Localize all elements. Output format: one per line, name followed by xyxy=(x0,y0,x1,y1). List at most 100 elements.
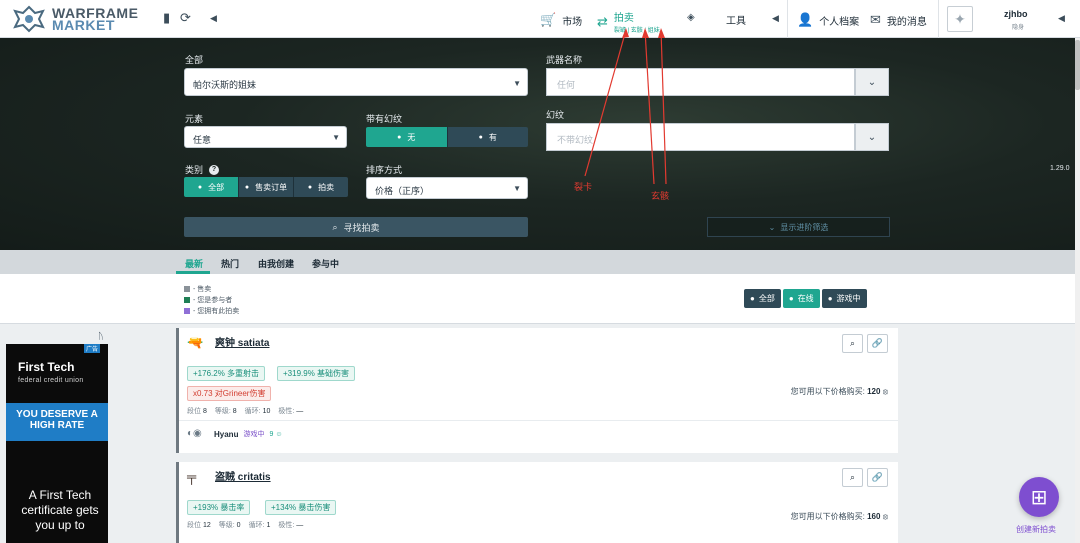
card-divider xyxy=(179,420,898,421)
handshake-icon: ⇄ xyxy=(597,13,608,29)
legend-item: - 您拥有此拍卖 xyxy=(184,306,239,316)
pistol-icon: 🔫 xyxy=(187,334,204,350)
category-toggle[interactable]: ● 全部 ● 售卖订单 ● 拍卖 xyxy=(184,177,348,197)
status-option-ingame[interactable]: ● 游戏中 xyxy=(821,289,867,308)
auction-title[interactable]: 爽钟 satiata xyxy=(215,334,269,349)
nav-messages[interactable]: ✉ 我的消息 xyxy=(870,12,927,28)
radio-dot-icon: ● xyxy=(478,133,483,141)
radio-dot-icon: ● xyxy=(307,183,313,191)
envelope-icon: ✉ xyxy=(870,12,881,27)
nav-auctions[interactable]: ⇄ 拍卖 裂罅 | 玄骸 | 姐妹 xyxy=(597,9,660,34)
app-version: 1.29.0 xyxy=(1050,165,1070,172)
weapon-label: 武器名称 xyxy=(546,55,583,65)
auction-card[interactable]: 🔫 爽钟 satiata ⌕ 🔗 +176.2% 多重射击 +319.9% 基础… xyxy=(176,328,898,453)
cart-icon: 🛒 xyxy=(540,12,557,27)
ad-copy: A First Tech certificate gets you up to xyxy=(21,488,99,532)
type-select[interactable]: 帕尔沃斯的姐妹 ▼ xyxy=(184,68,528,96)
seller-avatar-icon: ◐◉ xyxy=(187,428,202,439)
auction-meta: 段位 12 等级: 0 循环: 1 极性: — xyxy=(187,522,304,529)
annotation-lich: 玄骸 xyxy=(651,191,670,201)
auction-tools: ⌕ 🔗 xyxy=(842,334,888,353)
element-select[interactable]: 任意 ▼ xyxy=(184,126,347,148)
tab-popular[interactable]: 热门 xyxy=(221,257,239,270)
radio-dot-icon: ● xyxy=(244,183,250,191)
chevron-down-icon: ▼ xyxy=(513,184,521,193)
radio-dot-icon: ● xyxy=(750,294,755,303)
weapon-dropdown-button[interactable]: ⌄ xyxy=(855,68,889,96)
search-button[interactable]: ⌕ 寻找拍卖 xyxy=(184,217,528,237)
status-option-online[interactable]: ● 在线 xyxy=(782,289,820,308)
radio-dot-icon: ● xyxy=(827,294,833,303)
rifle-icon: ╤ xyxy=(187,468,197,484)
user-menu-collapse-icon[interactable]: ◀ xyxy=(1058,13,1065,24)
glyph-input[interactable]: 不带幻纹 xyxy=(546,123,855,151)
nav-market[interactable]: 🛒 市场 xyxy=(540,12,582,28)
ephemera-toggle[interactable]: ● 无 ● 有 xyxy=(366,127,528,147)
category-option-auction[interactable]: ● 拍卖 xyxy=(294,177,348,197)
search-icon[interactable]: ⌕ xyxy=(842,468,863,487)
ad-tag: 广告 xyxy=(84,344,101,353)
ad-subtitle: federal credit union xyxy=(18,377,84,384)
avatar[interactable]: ✦ xyxy=(947,6,973,32)
tools-collapse-icon[interactable]: ◀ xyxy=(772,13,779,24)
chevron-down-icon: ⌄ xyxy=(867,76,877,88)
online-status-toggle[interactable]: ● 全部 ● 在线 ● 游戏中 xyxy=(744,289,867,308)
help-icon[interactable]: ? xyxy=(209,164,220,175)
ad-headline: YOU DESERVE A HIGH RATE xyxy=(6,403,108,441)
ephemera-option-yes[interactable]: ● 有 xyxy=(447,127,528,147)
glyph-dropdown-button[interactable]: ⌄ xyxy=(855,123,889,151)
create-auction-label[interactable]: 创建新拍卖 xyxy=(1016,524,1056,535)
sync-icon[interactable]: ⟳ xyxy=(180,10,191,26)
advanced-filter-button[interactable]: ⌄ 显示进阶筛选 xyxy=(707,217,890,237)
radio-dot-icon: ● xyxy=(197,183,203,191)
site-logo[interactable]: WARFRAME MARKET xyxy=(12,4,162,34)
nav-separator xyxy=(938,0,939,38)
user-status: 隐身 xyxy=(1012,25,1025,31)
stat-positive: +134% 暴击伤害 xyxy=(265,500,337,515)
sort-label: 排序方式 xyxy=(366,165,403,175)
ad-brand: First Tech xyxy=(18,360,75,374)
buyout-price: 您可用以下价格购买: 120 ⦻ xyxy=(790,387,888,396)
weapon-input[interactable]: 任何 xyxy=(546,68,855,96)
mobile-icon[interactable]: ▮ xyxy=(163,10,170,26)
auction-sub-links[interactable]: 裂罅 | 玄骸 | 姐妹 xyxy=(614,25,660,34)
nav-separator xyxy=(787,0,788,38)
sort-select[interactable]: 价格（正序） ▼ xyxy=(366,177,528,199)
link-icon[interactable]: 🔗 xyxy=(867,334,888,353)
auction-card[interactable]: ╤ 盗贼 critatis ⌕ 🔗 +193% 暴击率 +134% 暴击伤害 段… xyxy=(176,462,898,543)
auction-tools: ⌕ 🔗 xyxy=(842,468,888,487)
scrollbar-thumb[interactable] xyxy=(1075,40,1080,90)
create-auction-button[interactable]: ⊞ xyxy=(1019,477,1059,517)
platinum-icon: ⦻ xyxy=(882,512,888,521)
search-icon[interactable]: ⌕ xyxy=(842,334,863,353)
filter-panel xyxy=(0,38,1075,250)
stat-negative: x0.73 对Grineer伤害 xyxy=(187,386,272,401)
tab-created-by-me[interactable]: 由我创建 xyxy=(258,257,294,270)
tab-participating[interactable]: 参与中 xyxy=(312,257,339,270)
ephemera-option-none[interactable]: ● 无 xyxy=(366,127,448,147)
category-option-sell[interactable]: ● 售卖订单 xyxy=(239,177,294,197)
layers-icon[interactable]: ◈ xyxy=(687,12,695,23)
auction-title[interactable]: 盗贼 critatis xyxy=(215,468,271,483)
ad-choices-icon[interactable]: ᚢ xyxy=(98,331,103,341)
chevron-down-icon: ▼ xyxy=(332,133,340,142)
status-option-all[interactable]: ● 全部 xyxy=(744,289,781,308)
collapse-left-icon[interactable]: ◀ xyxy=(210,13,217,24)
legend-item: - 售卖 xyxy=(184,284,211,294)
seller-info[interactable]: ◐◉ Hyanu 游戏中 9 ☺ xyxy=(187,428,282,440)
category-option-all[interactable]: ● 全部 xyxy=(184,177,239,197)
legend-swatch xyxy=(184,286,190,292)
nav-auctions-label: 拍卖 xyxy=(613,13,634,24)
scrollbar[interactable] xyxy=(1075,38,1080,543)
auction-tabs: 最新 热门 由我创建 参与中 xyxy=(0,250,1075,274)
legend-swatch xyxy=(184,297,190,303)
username[interactable]: zjhbo xyxy=(1004,9,1028,19)
link-icon[interactable]: 🔗 xyxy=(867,468,888,487)
legend-row xyxy=(0,274,1075,324)
stat-positive: +176.2% 多重射击 xyxy=(187,366,266,381)
smile-icon: ☺ xyxy=(275,430,283,438)
tab-latest[interactable]: 最新 xyxy=(185,257,203,270)
stat-positive: +319.9% 基础伤害 xyxy=(277,366,356,381)
nav-tools[interactable]: 工具 xyxy=(726,12,746,27)
nav-profile[interactable]: 👤 个人档案 xyxy=(797,12,859,28)
